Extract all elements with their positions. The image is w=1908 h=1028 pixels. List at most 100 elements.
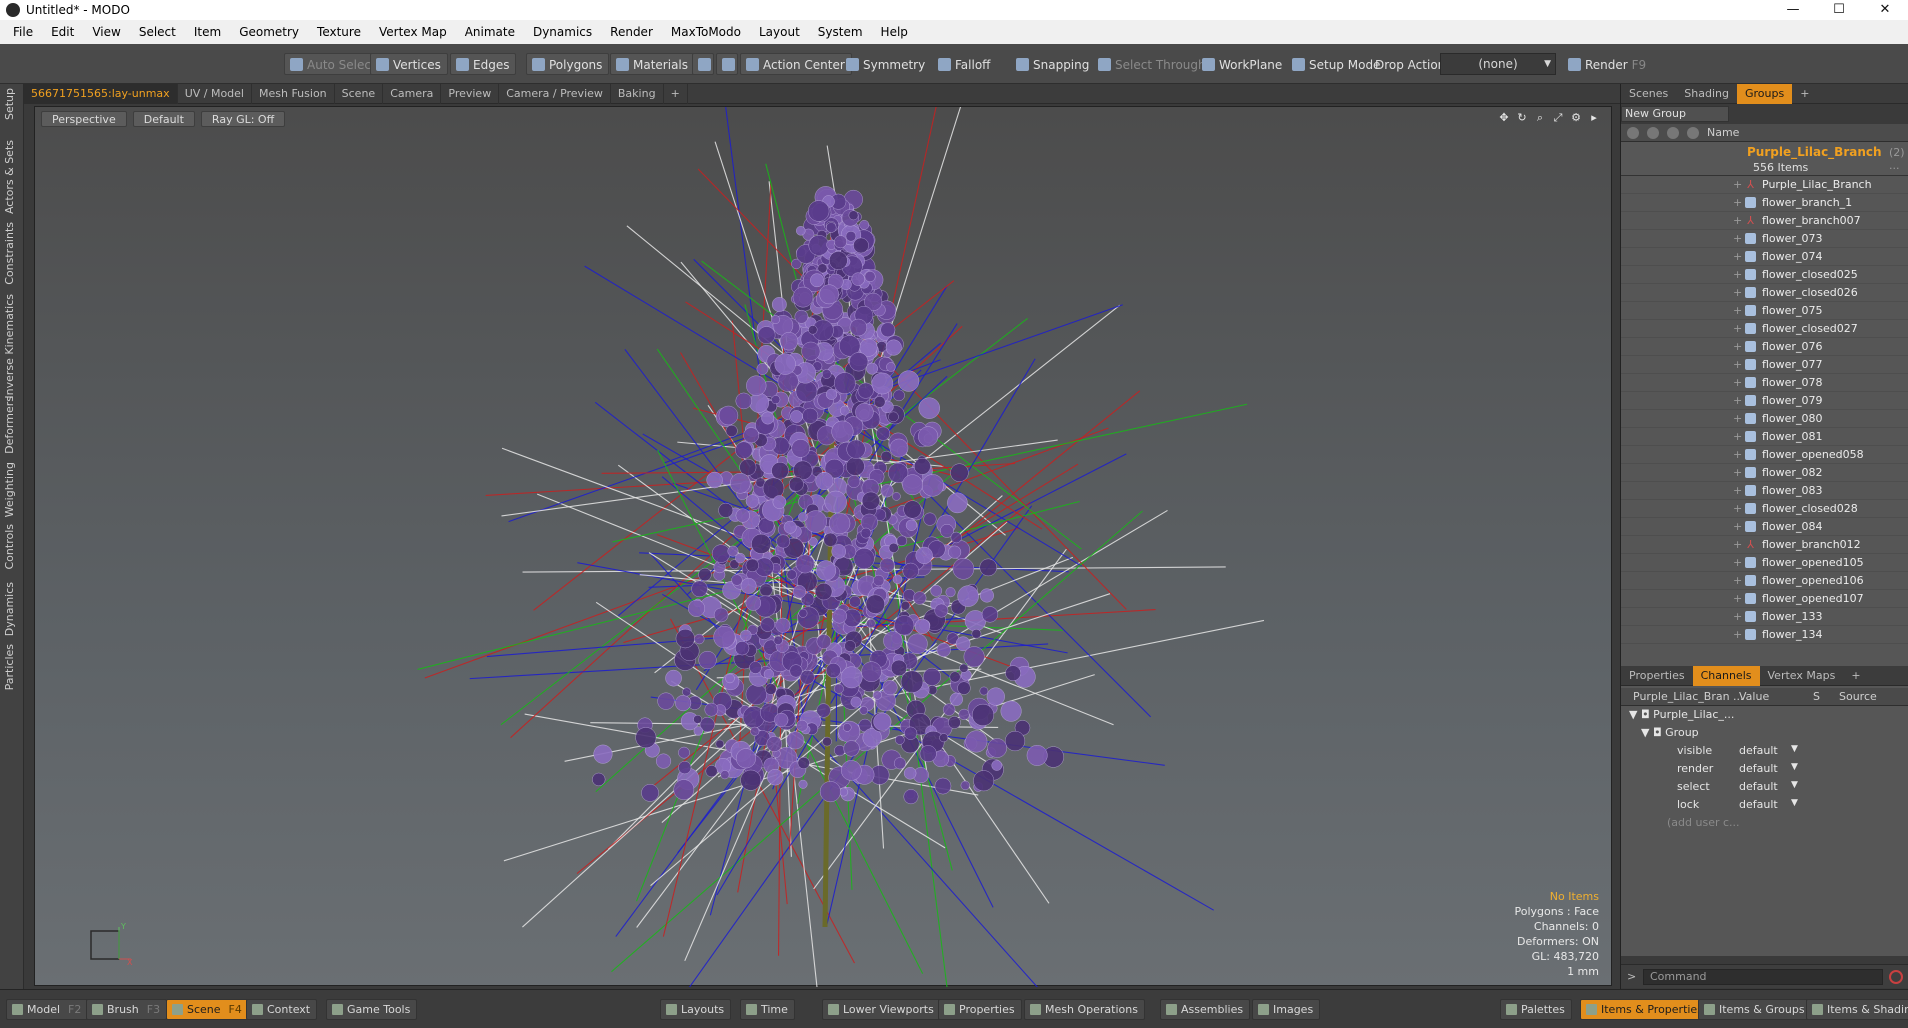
chevron-down-icon[interactable]: ▼	[1791, 744, 1798, 754]
zoom-icon[interactable]: ⌕	[1533, 111, 1547, 125]
tab-layout-unmax[interactable]: 56671751565:lay-unmax	[24, 83, 178, 104]
select-mode2-icon-button[interactable]	[716, 53, 738, 75]
expand-icon[interactable]: +	[1733, 286, 1742, 299]
list-item[interactable]: + flower_134	[1621, 626, 1908, 644]
layout-button-lower-viewports[interactable]: Lower Viewports	[822, 999, 941, 1020]
tab-actors-sets[interactable]: Actors & Sets	[3, 140, 16, 214]
list-item[interactable]: + flower_opened105	[1621, 554, 1908, 572]
layout-button-properties[interactable]: Properties	[938, 999, 1022, 1020]
expand-icon[interactable]: +	[1733, 322, 1742, 335]
chevron-down-icon[interactable]: ▼	[1791, 798, 1798, 808]
tab-weighting[interactable]: Weighting	[3, 462, 16, 517]
add-properties-tab-button[interactable]: +	[1843, 666, 1868, 686]
menu-animate[interactable]: Animate	[456, 25, 524, 39]
tab-controls[interactable]: Controls	[3, 524, 16, 570]
list-item[interactable]: + flower_opened107	[1621, 590, 1908, 608]
list-item[interactable]: + flower_closed028	[1621, 500, 1908, 518]
symmetry-button[interactable]: Symmetry	[840, 53, 932, 75]
expand-icon[interactable]: +	[1733, 394, 1742, 407]
expand-icon[interactable]: +	[1733, 268, 1742, 281]
render-button[interactable]: Render F9	[1562, 53, 1653, 75]
expand-icon[interactable]: +	[1733, 304, 1742, 317]
list-item[interactable]: + flower_079	[1621, 392, 1908, 410]
polygons-button[interactable]: Polygons	[526, 53, 610, 75]
expand-icon[interactable]: +	[1733, 250, 1742, 263]
tab-shading[interactable]: Shading	[1676, 84, 1737, 104]
expand-icon[interactable]: +	[1733, 574, 1742, 587]
layout-button-layouts[interactable]: Layouts	[660, 999, 732, 1020]
select-through-button[interactable]: Select Through	[1092, 53, 1213, 75]
channel-row[interactable]: render default ▼	[1621, 760, 1908, 778]
expand-icon[interactable]: +	[1733, 502, 1742, 515]
menu-file[interactable]: File	[4, 25, 42, 39]
drop-action-select[interactable]: (none) ▼	[1440, 53, 1556, 75]
chevron-right-icon[interactable]: ▸	[1587, 111, 1601, 125]
list-item[interactable]: + flower_opened058	[1621, 446, 1908, 464]
chevron-down-icon[interactable]: ▼	[1791, 762, 1798, 772]
list-item[interactable]: + flower_078	[1621, 374, 1908, 392]
expand-icon[interactable]: +	[1733, 376, 1742, 389]
add-tab-button[interactable]: +	[664, 83, 688, 104]
list-item[interactable]: + flower_closed026	[1621, 284, 1908, 302]
shading-mode-button[interactable]: Default	[132, 111, 195, 127]
list-item[interactable]: + flower_074	[1621, 248, 1908, 266]
layout-button-images[interactable]: Images	[1252, 999, 1321, 1020]
tab-baking[interactable]: Baking	[611, 83, 664, 104]
menu-render[interactable]: Render	[601, 25, 662, 39]
list-item[interactable]: + flower_084	[1621, 518, 1908, 536]
rotate-icon[interactable]: ↻	[1515, 111, 1529, 125]
layout-button-items-shading[interactable]: Items & Shading	[1806, 999, 1908, 1020]
tab-scenes[interactable]: Scenes	[1621, 84, 1676, 104]
channel-row[interactable]: visible default ▼	[1621, 742, 1908, 760]
menu-system[interactable]: System	[809, 25, 872, 39]
menu-help[interactable]: Help	[872, 25, 917, 39]
layout-button-brush[interactable]: Brush F3	[86, 999, 168, 1020]
menu-texture[interactable]: Texture	[308, 25, 370, 39]
expand-icon[interactable]: +	[1733, 556, 1742, 569]
list-item[interactable]: + flower_077	[1621, 356, 1908, 374]
tab-setup[interactable]: Setup	[3, 88, 16, 120]
snapping-button[interactable]: Snapping	[1010, 53, 1096, 75]
expand-icon[interactable]: +	[1733, 628, 1742, 641]
auto-select-button[interactable]: Auto Select	[284, 53, 383, 75]
menu-item[interactable]: Item	[185, 25, 230, 39]
command-run-icon[interactable]	[1889, 970, 1903, 984]
list-item[interactable]: + ⅄ Purple_Lilac_Branch	[1621, 176, 1908, 194]
tab-camera[interactable]: Camera	[383, 83, 442, 104]
expand-icon[interactable]: +	[1733, 412, 1742, 425]
channel-row[interactable]: select default ▼	[1621, 778, 1908, 796]
expand-icon[interactable]: +	[1733, 520, 1742, 533]
tab-dynamics[interactable]: Dynamics	[3, 582, 16, 636]
list-item[interactable]: + flower_opened106	[1621, 572, 1908, 590]
menu-geometry[interactable]: Geometry	[230, 25, 308, 39]
layout-button-game-tools[interactable]: Game Tools	[326, 999, 418, 1020]
expand-icon[interactable]: +	[1733, 196, 1742, 209]
tab-particles[interactable]: Particles	[3, 644, 16, 690]
list-item[interactable]: + ⅄ flower_branch012	[1621, 536, 1908, 554]
layout-button-items-groups[interactable]: Items & Groups	[1698, 999, 1812, 1020]
tab-vertex-maps[interactable]: Vertex Maps	[1760, 666, 1844, 686]
expand-icon[interactable]: +	[1733, 214, 1742, 227]
edges-button[interactable]: Edges	[450, 53, 517, 75]
tab-deformers[interactable]: Deformers	[3, 396, 16, 454]
layout-button-assemblies[interactable]: Assemblies	[1160, 999, 1251, 1020]
list-item[interactable]: + flower_081	[1621, 428, 1908, 446]
action-center-button[interactable]: Action Center	[740, 53, 852, 75]
list-item[interactable]: + ⅄ flower_branch007	[1621, 212, 1908, 230]
list-item[interactable]: + flower_closed027	[1621, 320, 1908, 338]
new-group-button[interactable]: New Group	[1621, 106, 1729, 122]
layout-button-items-properties[interactable]: Items & Properties	[1580, 999, 1710, 1020]
gear-icon[interactable]: ⚙	[1569, 111, 1583, 125]
list-item[interactable]: + flower_076	[1621, 338, 1908, 356]
add-user-channel-row[interactable]: (add user c...	[1621, 814, 1908, 832]
channel-group-row[interactable]: ▼ ◘ Group	[1621, 724, 1908, 742]
channel-root-row[interactable]: ▼ ◘ Purple_Lilac_...	[1621, 706, 1908, 724]
command-input[interactable]: Command	[1643, 969, 1883, 985]
list-item[interactable]: + flower_083	[1621, 482, 1908, 500]
list-item[interactable]: + flower_082	[1621, 464, 1908, 482]
menu-maxtomodo[interactable]: MaxToModo	[662, 25, 750, 39]
layout-button-context[interactable]: Context	[246, 999, 318, 1020]
pan-icon[interactable]: ✥	[1497, 111, 1511, 125]
close-button[interactable]: ✕	[1862, 0, 1908, 20]
list-item[interactable]: + flower_080	[1621, 410, 1908, 428]
